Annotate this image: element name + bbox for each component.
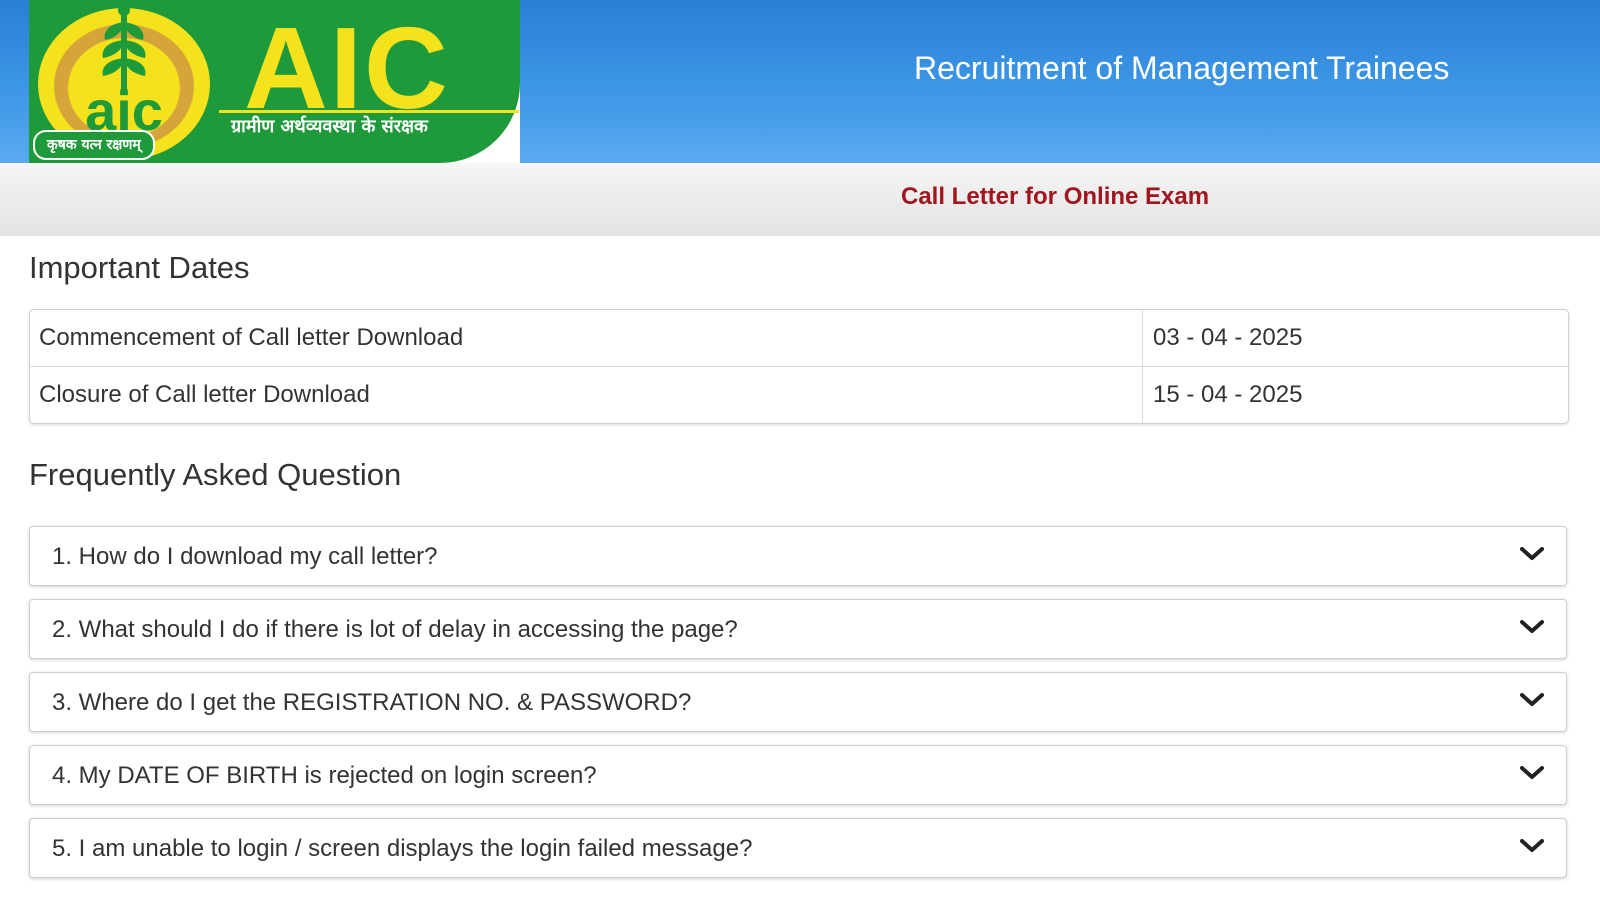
faq-item-3[interactable]: 3. Where do I get the REGISTRATION NO. &… — [29, 672, 1567, 732]
faq-question: 1. How do I download my call letter? — [52, 543, 438, 570]
faq-question: 2. What should I do if there is lot of d… — [52, 616, 738, 643]
table-row: Closure of Call letter Download 15 - 04 … — [30, 366, 1568, 423]
chevron-down-icon[interactable] — [1520, 620, 1544, 634]
section-subtitle: Call Letter for Online Exam — [901, 183, 1210, 210]
chevron-down-icon[interactable] — [1520, 693, 1544, 707]
chevron-down-icon[interactable] — [1520, 839, 1544, 853]
date-label: Closure of Call letter Download — [30, 367, 1143, 423]
faq-question: 3. Where do I get the REGISTRATION NO. &… — [52, 689, 692, 716]
important-dates-table: Commencement of Call letter Download 03 … — [29, 309, 1569, 424]
faq-item-1[interactable]: 1. How do I download my call letter? — [29, 526, 1567, 586]
faq-item-4[interactable]: 4. My DATE OF BIRTH is rejected on login… — [29, 745, 1567, 805]
faq-item-2[interactable]: 2. What should I do if there is lot of d… — [29, 599, 1567, 659]
subheader-bar: Call Letter for Online Exam — [0, 163, 1600, 236]
chevron-down-icon[interactable] — [1520, 547, 1544, 561]
faq-heading: Frequently Asked Question — [29, 457, 402, 492]
site-header: aic AIC ग्रामीण अर्थव्यवस्था के संरक्षक … — [0, 0, 1600, 163]
faq-question: 4. My DATE OF BIRTH is rejected on login… — [52, 762, 597, 789]
logo-divider — [219, 110, 519, 113]
chevron-down-icon[interactable] — [1520, 766, 1544, 780]
logo-motto: कृषक यत्न रक्षणम् — [33, 130, 155, 160]
faq-item-5[interactable]: 5. I am unable to login / screen display… — [29, 818, 1567, 878]
date-value: 03 - 04 - 2025 — [1153, 324, 1303, 351]
logo-tagline: ग्रामीण अर्थव्यवस्था के संरक्षक — [231, 116, 428, 137]
table-row: Commencement of Call letter Download 03 … — [30, 310, 1568, 366]
logo-brand-text: AIC — [244, 3, 450, 133]
date-label: Commencement of Call letter Download — [30, 310, 1143, 366]
page-title: Recruitment of Management Trainees — [914, 50, 1450, 86]
faq-question: 5. I am unable to login / screen display… — [52, 835, 753, 862]
important-dates-heading: Important Dates — [29, 250, 250, 285]
aic-logo[interactable]: aic AIC ग्रामीण अर्थव्यवस्था के संरक्षक … — [29, 0, 520, 163]
date-value: 15 - 04 - 2025 — [1153, 381, 1303, 408]
